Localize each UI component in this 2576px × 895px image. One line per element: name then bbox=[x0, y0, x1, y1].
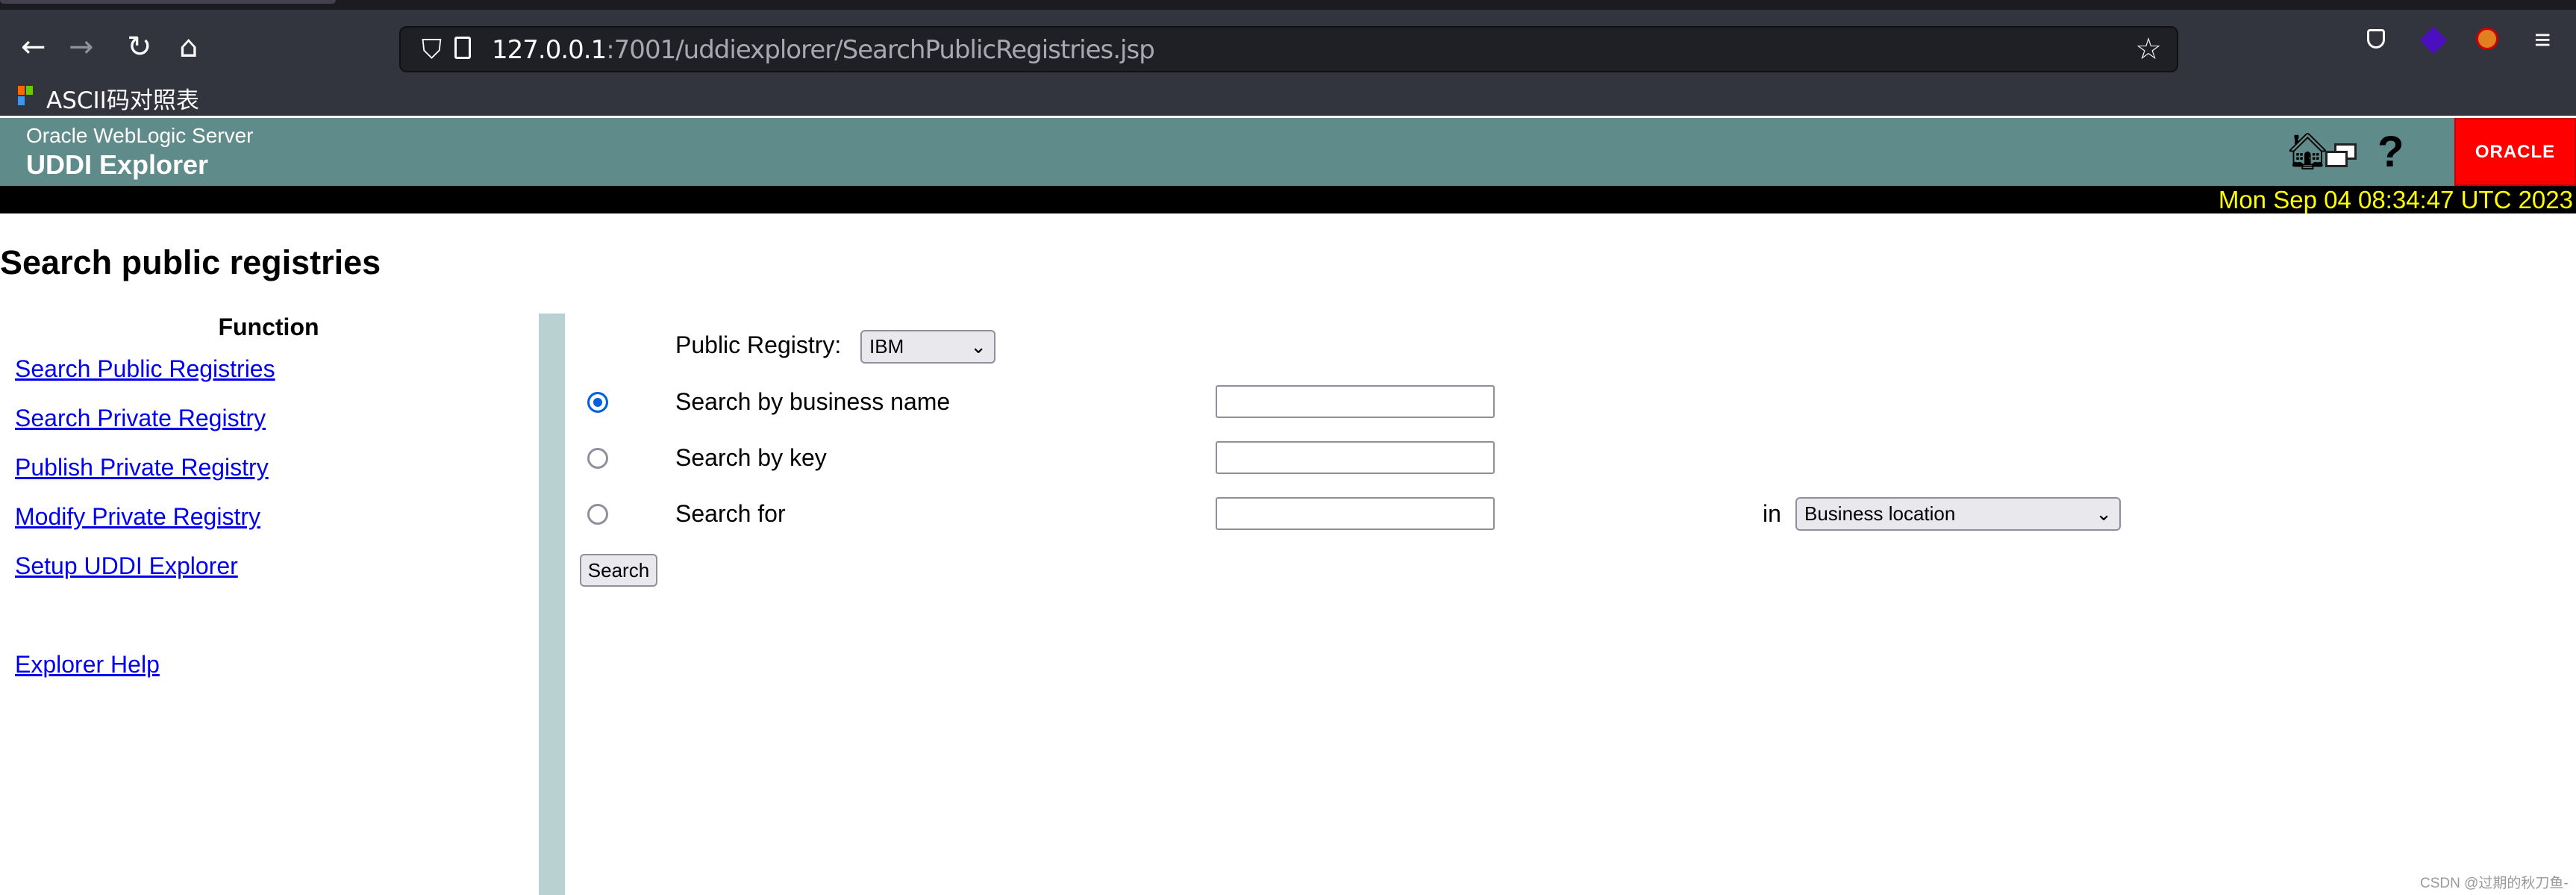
home-icon[interactable]: ⌂ bbox=[179, 32, 198, 62]
in-label: in bbox=[1763, 500, 1781, 527]
panel-divider bbox=[539, 314, 565, 895]
sidebar-link-search-public-registries[interactable]: Search Public Registries bbox=[15, 355, 275, 383]
tab[interactable] bbox=[0, 0, 336, 4]
public-registry-select[interactable]: IBM ⌄ bbox=[860, 330, 995, 364]
chevron-down-icon: ⌄ bbox=[970, 335, 987, 358]
sidebar-heading: Function bbox=[218, 314, 319, 340]
forward-icon[interactable]: → bbox=[69, 32, 94, 62]
app-title: UDDI Explorer bbox=[26, 149, 209, 180]
page-title: Search public registries bbox=[0, 243, 381, 281]
menu-icon[interactable]: ≡ bbox=[2534, 25, 2551, 57]
sidebar-link-modify-private-registry[interactable]: Modify Private Registry bbox=[15, 503, 260, 531]
public-registry-label: Public Registry: bbox=[675, 331, 842, 358]
shield-icon[interactable]: ⛉ bbox=[422, 34, 442, 66]
search-for-input[interactable] bbox=[1216, 497, 1495, 530]
sidebar-link-explorer-help[interactable]: Explorer Help bbox=[15, 651, 160, 679]
extension-icon[interactable] bbox=[2419, 26, 2448, 54]
app-header: Oracle WebLogic Server UDDI Explorer 🏠︎ … bbox=[0, 118, 2576, 186]
sidebar-link-search-private-registry[interactable]: Search Private Registry bbox=[15, 405, 266, 432]
star-icon[interactable]: ☆ bbox=[2135, 32, 2162, 66]
key-input[interactable] bbox=[1216, 441, 1495, 474]
business-name-label: Search by business name bbox=[675, 388, 951, 415]
key-label: Search by key bbox=[675, 444, 827, 471]
oracle-logo: ORACLE bbox=[2454, 118, 2576, 186]
help-icon[interactable]: ? bbox=[2378, 127, 2404, 177]
url-text[interactable]: 127.0.0.1:7001/uddiexplorer/SearchPublic… bbox=[492, 35, 1155, 65]
url-bar[interactable]: ⛉ 127.0.0.1:7001/uddiexplorer/SearchPubl… bbox=[399, 26, 2178, 72]
bookmark-favicon-icon bbox=[18, 86, 25, 95]
pocket-icon[interactable] bbox=[2367, 29, 2385, 49]
sidebar-link-publish-private-registry[interactable]: Publish Private Registry bbox=[15, 454, 269, 481]
search-in-select[interactable]: Business location ⌄ bbox=[1795, 497, 2121, 531]
bookmark-label: ASCII码对照表 bbox=[46, 87, 199, 114]
reload-icon[interactable]: ↻ bbox=[127, 32, 152, 62]
fox-extension-icon[interactable] bbox=[2476, 28, 2498, 50]
search-for-label: Search for bbox=[675, 500, 786, 527]
bookmarks-bar: ASCII码对照表 bbox=[0, 72, 2576, 116]
server-date: Mon Sep 04 08:34:47 UTC 2023 bbox=[2218, 186, 2573, 213]
search-button[interactable]: Search bbox=[580, 554, 657, 587]
chevron-down-icon: ⌄ bbox=[2095, 502, 2112, 525]
sidebar-link-setup-uddi-explorer[interactable]: Setup UDDI Explorer bbox=[15, 552, 238, 580]
business-name-input[interactable] bbox=[1216, 385, 1495, 418]
product-name: Oracle WebLogic Server bbox=[26, 124, 254, 147]
radio-search-for[interactable] bbox=[587, 504, 608, 525]
tab-strip bbox=[0, 0, 2576, 10]
back-icon[interactable]: ← bbox=[21, 32, 46, 62]
radio-key[interactable] bbox=[587, 448, 608, 469]
watermark: CSDN @过期的秋刀鱼- bbox=[2420, 876, 2569, 891]
browser-toolbar: ← → ↻ ⌂ ⛉ 127.0.0.1:7001/uddiexplorer/Se… bbox=[0, 10, 2576, 72]
date-bar: Mon Sep 04 08:34:47 UTC 2023 bbox=[0, 186, 2576, 213]
radio-business-name[interactable] bbox=[587, 392, 608, 413]
home-icon[interactable]: 🏠︎ bbox=[2285, 134, 2330, 170]
page-icon[interactable] bbox=[454, 37, 471, 59]
